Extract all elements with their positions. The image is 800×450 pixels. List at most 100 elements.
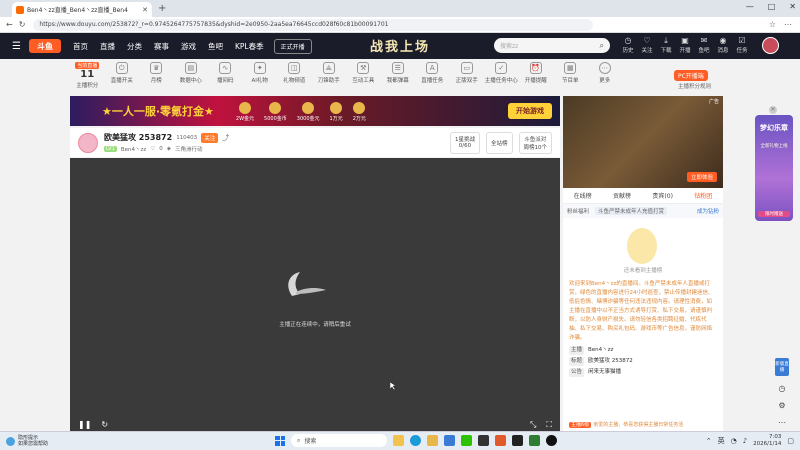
task-notification[interactable]: 主播6级 亲爱的主播，恭喜您获得主播日常任务活: [563, 421, 723, 431]
toolbar-item[interactable]: ☰ 我都弹幕: [381, 62, 416, 84]
start-stream-promo[interactable]: 正式开播: [273, 38, 312, 54]
header-tasks[interactable]: ☑ 任务: [736, 36, 748, 54]
share-icon[interactable]: ⤴: [222, 133, 229, 143]
search-input[interactable]: 搜索zz ⌕: [494, 38, 610, 53]
follow-button[interactable]: 关注: [201, 132, 219, 143]
search-icon[interactable]: ⌕: [600, 41, 604, 51]
star-icon[interactable]: ☆: [769, 20, 776, 29]
nav-home[interactable]: 首页: [73, 41, 88, 52]
minimize-icon[interactable]: —: [746, 2, 754, 11]
toolbar-item[interactable]: ⚒ 互动工具: [346, 62, 381, 84]
nav-events[interactable]: 赛事: [154, 41, 169, 52]
header-fishbar[interactable]: ✉ 鱼吧: [698, 36, 710, 54]
nav-category[interactable]: 分类: [127, 41, 142, 52]
weather-widget[interactable]: 隐形提示 如果您需帮助: [6, 435, 48, 447]
toolbar-item[interactable]: ▭ 正版双手: [450, 62, 485, 84]
challenge-button[interactable]: 1星挑战 0/60: [449, 131, 480, 154]
toolbar-item[interactable]: ♛ 月榜: [139, 62, 174, 84]
nav-fishbar[interactable]: 鱼吧: [208, 41, 223, 52]
nav-kpl[interactable]: KPL春季: [235, 41, 264, 52]
notification-icon[interactable]: ▢: [787, 437, 794, 445]
toolbar-item[interactable]: ◫ 礼物频道: [277, 62, 312, 84]
hamburger-menu-icon[interactable]: ☰: [12, 41, 21, 52]
app-icon[interactable]: [495, 435, 506, 446]
tab-online[interactable]: 在线榜: [574, 191, 592, 200]
nav-live[interactable]: 直播: [100, 41, 115, 52]
app-icon[interactable]: [529, 435, 540, 446]
party-ranking-button[interactable]: 斗鱼派对 周榜10个: [518, 131, 552, 154]
header-banner-text[interactable]: 战我上场: [370, 36, 430, 55]
url-input[interactable]: https://www.douyu.com/253872?_r=0.974526…: [33, 18, 594, 31]
toolbar-item[interactable]: ✓ 主播任务中心: [484, 62, 519, 84]
header-follow[interactable]: ♡ 关注: [641, 36, 653, 54]
header-messages[interactable]: ◉ 消息: [717, 36, 729, 54]
anchor-points-rules-link[interactable]: 主播积分规则: [678, 82, 711, 90]
info-row: 公告 闲来无事猫播: [569, 368, 622, 377]
app-icon[interactable]: [546, 435, 557, 446]
back-icon[interactable]: ←: [6, 20, 13, 29]
close-float-ad-icon[interactable]: ✕: [769, 106, 777, 114]
toolbar-anchor-points[interactable]: 当前直播 11 主播积分: [70, 62, 105, 89]
app-icon[interactable]: [512, 435, 523, 446]
header-download[interactable]: ⤓ 下载: [660, 36, 672, 54]
reload-icon[interactable]: ↻: [19, 20, 26, 29]
toolbar-item[interactable]: ▤ 数据中心: [174, 62, 209, 84]
settings-icon[interactable]: ⚙: [778, 401, 785, 410]
toolbar-item[interactable]: ⋯ 更多: [588, 62, 623, 84]
tab-contribution[interactable]: 贡献榜: [613, 191, 631, 200]
floating-gift-ad[interactable]: 梦幻乐章 全新礼物上线 限时赠送: [755, 115, 793, 221]
wechat-icon[interactable]: [461, 435, 472, 446]
header-history[interactable]: ◷ 历史: [622, 36, 634, 54]
maximize-icon[interactable]: □: [768, 2, 776, 11]
network-icon[interactable]: ◔: [731, 437, 737, 445]
new-tab-icon[interactable]: +: [158, 3, 166, 14]
volume-icon[interactable]: ♪: [743, 437, 747, 445]
input-language[interactable]: 英: [718, 436, 725, 446]
streamer-avatar[interactable]: [78, 132, 98, 153]
folder-icon[interactable]: [427, 435, 438, 446]
toolbar-item[interactable]: ✦ AI礼物: [243, 62, 278, 84]
tab-diamond-fans[interactable]: 钻粉团: [694, 191, 712, 200]
pc-streaming-button[interactable]: PC开播端: [674, 70, 708, 81]
site-ranking-button[interactable]: 全站榜: [485, 131, 513, 154]
browser-tab[interactable]: Ben4丶zz直播_Ben4丶zz直播_Ben4 ✕: [12, 2, 152, 17]
toolbar-item[interactable]: ∿ 播间码: [208, 62, 243, 84]
more-icon[interactable]: ⋯: [778, 418, 786, 427]
toolbar-item[interactable]: A 直播任务: [415, 62, 450, 84]
header-go-live[interactable]: ▣ 开播: [679, 36, 691, 54]
fullscreen-icon[interactable]: ⛶: [546, 420, 552, 430]
windows-start-icon[interactable]: [275, 435, 285, 446]
taskbar-search[interactable]: ⌕ 搜索: [291, 434, 387, 447]
refresh-icon[interactable]: ↻: [101, 420, 108, 429]
tray-chevron-icon[interactable]: ⌃: [706, 437, 712, 445]
pause-icon[interactable]: ❚❚: [78, 420, 91, 429]
app-icon[interactable]: [478, 435, 489, 446]
collapse-icon[interactable]: ⤡: [530, 420, 536, 430]
edge-icon[interactable]: [410, 435, 421, 446]
close-tab-icon[interactable]: ✕: [142, 6, 148, 14]
clock[interactable]: 7:03 2026/1/14: [753, 434, 781, 448]
douyu-logo[interactable]: 斗鱼: [28, 39, 61, 53]
nav-games[interactable]: 游戏: [181, 41, 196, 52]
streamer-name[interactable]: Ben4丶zz: [121, 145, 146, 153]
extensions-icon[interactable]: ⋯: [784, 20, 792, 29]
download-icon: ⤓: [664, 36, 668, 45]
store-icon[interactable]: [444, 435, 455, 446]
toolbar-item[interactable]: ⏻ 直播开关: [105, 62, 140, 84]
new-version-badge[interactable]: 新版直播: [775, 358, 789, 376]
start-game-button[interactable]: 开始游戏: [508, 103, 552, 119]
toolbar-item[interactable]: ⏰ 开播提醒: [519, 62, 554, 84]
game-ad-banner[interactable]: ★一人一服·零氪打金★ 2W金元 5000金币 3000金元 1万元 2万元 开…: [70, 96, 560, 126]
history-icon[interactable]: ◷: [779, 384, 786, 393]
side-game-ad[interactable]: 广告 立即体验: [563, 96, 723, 188]
tab-vip[interactable]: 贵宾(0): [652, 191, 673, 200]
close-window-icon[interactable]: ✕: [789, 2, 796, 11]
become-diamond-fan-link[interactable]: 成为钻粉: [697, 207, 719, 215]
try-now-button[interactable]: 立即体验: [686, 172, 717, 182]
user-avatar[interactable]: [762, 37, 779, 54]
category-link[interactable]: 三角洲行动: [175, 145, 203, 153]
toolbar-item[interactable]: ⟁ 刀锋助手: [312, 62, 347, 84]
video-player[interactable]: 主播正在连续中，请稍后重试 ❚❚ ↻ ⤡ ⛶: [70, 158, 560, 431]
toolbar-item[interactable]: ▦ 节目单: [553, 62, 588, 84]
file-explorer-icon[interactable]: [393, 435, 404, 446]
